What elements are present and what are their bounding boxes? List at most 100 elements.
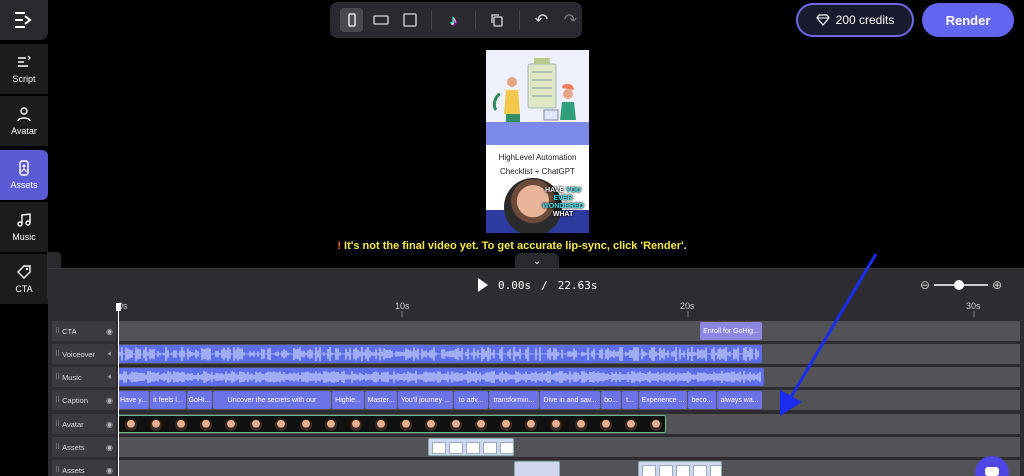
script-icon	[18, 55, 31, 67]
drag-handle-icon[interactable]: ⠿	[55, 396, 60, 404]
speaker-icon[interactable]: 🔈︎	[108, 349, 113, 359]
clip-label: Enroll for GoHig...	[703, 327, 759, 335]
avatar-thumbnail	[200, 419, 212, 431]
chat-icon	[985, 467, 999, 476]
caption-clip[interactable]: Uncover the secrets with our	[213, 391, 331, 409]
track-name: Avatar	[62, 419, 84, 429]
track-lane[interactable]	[118, 460, 1020, 476]
time-ruler[interactable]: 0s 10s 20s 30s	[118, 299, 1024, 317]
caption-clip[interactable]: Have y...	[118, 391, 149, 409]
cta-clip[interactable]: Enroll for GoHig...	[700, 322, 762, 340]
track-lane[interactable]	[118, 437, 1020, 457]
music-icon	[17, 213, 31, 227]
sidebar-item-avatar[interactable]: Avatar	[0, 96, 48, 146]
drag-handle-icon[interactable]: ⠿	[55, 443, 60, 451]
avatar-thumbnail	[325, 419, 337, 431]
avatar-thumbnail	[650, 419, 662, 431]
portrait-icon	[347, 13, 356, 27]
caption-clip[interactable]: You'll journey ...	[398, 391, 453, 409]
render-label: Render	[945, 12, 991, 28]
caption-clip[interactable]: beco...	[688, 391, 716, 409]
asset-clip[interactable]	[428, 438, 514, 456]
undo-button[interactable]: ↶	[530, 8, 553, 32]
caption-clip[interactable]: Highle...	[332, 391, 364, 409]
menu-logo-icon[interactable]	[0, 0, 48, 40]
track-lane[interactable]	[118, 414, 1020, 434]
eye-icon[interactable]: ◉	[106, 420, 113, 429]
drag-handle-icon[interactable]: ⠿	[55, 466, 60, 474]
eye-icon[interactable]: ◉	[106, 327, 113, 336]
landscape-ratio-button[interactable]	[369, 8, 392, 32]
caption-clip[interactable]: Dive in and sav...	[540, 391, 600, 409]
redo-button[interactable]: ↷	[559, 8, 582, 32]
caption-clip[interactable]: to adv...	[454, 391, 488, 409]
drag-handle-icon[interactable]: ⠿	[55, 350, 60, 358]
track-lane[interactable]	[118, 344, 1020, 364]
avatar-thumbnail	[250, 419, 262, 431]
sidebar-item-label: Script	[12, 74, 36, 84]
caption-clip[interactable]: t...	[622, 391, 638, 409]
collapse-timeline-button[interactable]: ⌄	[515, 253, 559, 269]
ruler-label: 10s	[395, 301, 410, 311]
sidebar-item-script[interactable]: Script	[0, 44, 48, 94]
caption-clip[interactable]: Experience ...	[639, 391, 687, 409]
track-lane[interactable]: Enroll for GoHig...	[118, 321, 1020, 341]
preview-illustration	[486, 50, 589, 145]
tiktok-button[interactable]: ♪	[442, 8, 465, 32]
asset-thumbnail	[449, 442, 463, 454]
sidebar-item-assets[interactable]: Assets	[0, 150, 48, 200]
asset-thumbnail	[693, 465, 707, 476]
zoom-slider[interactable]	[934, 280, 989, 290]
caption-clip[interactable]: Master...	[365, 391, 397, 409]
caption-clip[interactable]: it feels l...	[150, 391, 186, 409]
clip-label: transformin...	[493, 396, 535, 404]
caption-clip[interactable]: GoHi...	[187, 391, 212, 409]
eye-icon[interactable]: ◉	[106, 466, 113, 475]
zoom-out-icon[interactable]: ⊖	[920, 278, 930, 292]
preview-title-line: HighLevel Automation	[498, 153, 577, 162]
duplicate-button[interactable]	[486, 8, 509, 32]
sidebar-item-cta[interactable]: CTA	[0, 254, 48, 304]
track-assets: ⠿ Assets ◉	[52, 460, 1020, 476]
asset-clip[interactable]	[638, 461, 722, 476]
voiceover-clip[interactable]	[118, 345, 762, 363]
avatar-clip[interactable]	[118, 415, 666, 433]
avatar-thumbnail	[225, 419, 237, 431]
render-button[interactable]: Render	[922, 3, 1014, 37]
asset-clip[interactable]	[514, 461, 560, 476]
caption-clip[interactable]: bo...	[601, 391, 621, 409]
copy-icon	[491, 14, 504, 27]
track-header: ⠿ Assets ◉	[52, 437, 116, 457]
caption-clip[interactable]: transformin...	[489, 391, 539, 409]
square-ratio-button[interactable]	[398, 8, 421, 32]
music-clip[interactable]	[118, 368, 764, 386]
waveform	[119, 371, 761, 383]
portrait-ratio-button[interactable]	[340, 8, 364, 32]
tiktok-icon: ♪	[450, 12, 457, 28]
avatar-thumbnail	[150, 419, 162, 431]
playhead[interactable]	[118, 305, 119, 476]
speaker-icon[interactable]: 🔈︎	[108, 372, 113, 382]
play-icon[interactable]	[478, 278, 488, 292]
credits-button[interactable]: 200 credits	[796, 3, 914, 37]
track-voiceover: ⠿ Voiceover 🔈︎	[52, 344, 1020, 364]
drag-handle-icon[interactable]: ⠿	[55, 420, 60, 428]
sidebar-item-label: CTA	[15, 284, 33, 294]
caption-word: WHAT	[552, 211, 574, 218]
track-lane[interactable]	[118, 367, 1020, 387]
eye-icon[interactable]: ◉	[106, 443, 113, 452]
video-preview[interactable]: HighLevel Automation Checklist + ChatGPT…	[486, 50, 589, 233]
caption-word-highlight: WONDERED	[542, 203, 584, 210]
eye-icon[interactable]: ◉	[106, 396, 113, 405]
clip-label: Highle...	[335, 396, 361, 404]
zoom-slider-thumb[interactable]	[954, 280, 965, 290]
track-lane[interactable]: Have y... it feels l... GoHi... Uncover …	[118, 390, 1020, 410]
drag-handle-icon[interactable]: ⠿	[55, 327, 60, 335]
track-header: ⠿ CTA ◉	[52, 321, 116, 341]
clip-label: t...	[626, 396, 634, 404]
clip-label: Master...	[367, 396, 395, 404]
zoom-in-icon[interactable]: ⊕	[992, 278, 1002, 292]
caption-clip[interactable]: always wa...	[717, 391, 762, 409]
toolbar-divider	[518, 10, 520, 30]
drag-handle-icon[interactable]: ⠿	[55, 373, 60, 381]
